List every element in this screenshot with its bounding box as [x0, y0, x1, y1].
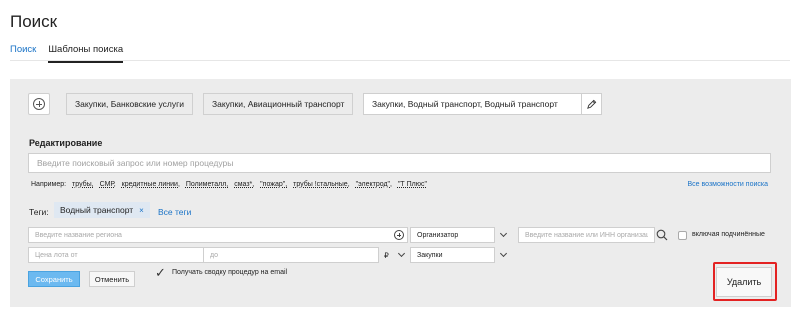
add-template-button[interactable]	[28, 93, 50, 115]
organizer-select[interactable]: Организатор	[410, 227, 495, 243]
all-tags-link[interactable]: Все теги	[158, 207, 191, 217]
chevron-down-icon[interactable]	[495, 247, 511, 263]
include-subordinate-label: включая подчинённые	[692, 231, 765, 238]
example-link[interactable]: "Т Плюс"	[398, 181, 427, 188]
chevron-down-icon[interactable]	[393, 247, 409, 263]
all-search-options-link[interactable]: Все возможности поиска	[687, 181, 768, 188]
add-region-icon[interactable]	[394, 230, 404, 240]
example-link[interactable]: трубы,	[72, 181, 94, 188]
editing-section-title: Редактирование	[29, 138, 103, 148]
include-subordinate-checkbox[interactable]	[678, 231, 687, 240]
page-title: Поиск	[10, 12, 58, 31]
search-icon[interactable]	[655, 228, 669, 242]
template-chip-aviation[interactable]: Закупки, Авиационный транспорт	[203, 93, 354, 115]
save-button[interactable]: Сохранить	[28, 271, 80, 287]
example-link[interactable]: "электрод",	[356, 181, 392, 188]
currency-symbol[interactable]: ₽	[384, 251, 389, 260]
template-chip-water[interactable]: Закупки, Водный транспорт, Водный трансп…	[363, 93, 582, 115]
tag-label: Водный транспорт	[60, 205, 134, 215]
search-query-input[interactable]	[28, 153, 771, 173]
organization-search-input[interactable]	[518, 227, 655, 243]
cancel-button[interactable]: Отменить	[89, 271, 135, 287]
edit-template-button[interactable]	[581, 93, 602, 115]
email-summary-label: Получать сводку процедур на email	[172, 269, 288, 276]
example-link[interactable]: трубы !стальные,	[293, 181, 350, 188]
example-link[interactable]: кредитные линии,	[122, 181, 180, 188]
region-input[interactable]	[28, 227, 408, 243]
template-editor-panel: Закупки, Банковские услуги Закупки, Авиа…	[10, 79, 791, 307]
procurement-type-select[interactable]: Закупки	[410, 247, 495, 263]
search-examples: Например: трубы, СМР, кредитные линии, П…	[31, 181, 427, 188]
tags-label: Теги:	[29, 207, 49, 217]
example-link[interactable]: смаз*,	[234, 181, 254, 188]
chevron-down-icon[interactable]	[495, 227, 511, 243]
email-summary-checkbox[interactable]: ✓	[155, 265, 166, 281]
price-to-input[interactable]	[203, 247, 379, 263]
price-from-input[interactable]	[28, 247, 204, 263]
examples-label: Например:	[31, 181, 67, 188]
delete-template-button[interactable]: Удалить	[716, 267, 772, 297]
example-link[interactable]: Полиметалл,	[186, 181, 228, 188]
example-link[interactable]: "пожар",	[260, 181, 287, 188]
pencil-icon	[587, 99, 597, 109]
template-chip-banking[interactable]: Закупки, Банковские услуги	[66, 93, 193, 115]
tag-chip: Водный транспорт ×	[54, 202, 150, 218]
remove-tag-icon[interactable]: ×	[139, 206, 144, 215]
example-link[interactable]: СМР,	[100, 181, 116, 188]
tabs-divider	[10, 60, 790, 61]
plus-circle-icon	[33, 98, 45, 110]
